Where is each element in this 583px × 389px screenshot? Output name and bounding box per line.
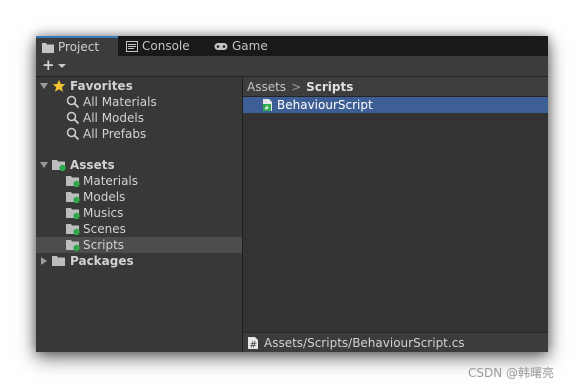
tree-item-all-prefabs[interactable]: All Prefabs [36, 126, 242, 142]
search-icon [66, 95, 80, 109]
status-bar: # Assets/Scripts/BehaviourScript.cs [243, 332, 548, 352]
tab-console[interactable]: Console [120, 36, 206, 56]
open-folder-icon [52, 160, 66, 172]
star-icon [52, 79, 66, 92]
tree-item-packages[interactable]: Packages [36, 253, 242, 269]
tree-item-models[interactable]: Models [36, 189, 242, 205]
tree-item-label: Materials [83, 174, 139, 188]
tree-item-materials[interactable]: Materials [36, 173, 242, 189]
tree-item-assets[interactable]: Assets [36, 157, 242, 173]
asset-item-label: BehaviourScript [277, 98, 373, 112]
tree-item-scripts[interactable]: Scripts [36, 237, 242, 253]
folder-icon [66, 208, 80, 220]
tree-item-favorites[interactable]: Favorites [36, 78, 242, 94]
tree-item-scenes[interactable]: Scenes [36, 221, 242, 237]
breadcrumb-scripts[interactable]: Scripts [306, 80, 353, 94]
project-toolbar: + [36, 56, 548, 77]
tab-project[interactable]: Project [36, 36, 118, 56]
tree-item-label: Musics [83, 206, 124, 220]
folder-icon [66, 176, 80, 188]
folder-icon [42, 42, 54, 53]
expand-arrow-icon[interactable] [40, 162, 48, 168]
folder-icon [52, 256, 65, 266]
console-icon [126, 40, 138, 52]
folder-icon [66, 224, 80, 236]
folder-tree-panel: Favorites All Materials All Models All P… [36, 77, 242, 352]
tree-item-musics[interactable]: Musics [36, 205, 242, 221]
svg-text:#: # [264, 105, 269, 112]
tab-game[interactable]: Game [208, 36, 288, 56]
tree-item-all-materials[interactable]: All Materials [36, 94, 242, 110]
tree-item-label: Favorites [70, 79, 133, 93]
asset-item-behaviourscript[interactable]: # BehaviourScript [243, 97, 548, 113]
search-icon [66, 111, 80, 125]
tree-item-label: Models [83, 190, 126, 204]
tab-console-label: Console [142, 39, 190, 53]
project-window: Project Console Game + Favorites All Mat… [36, 36, 548, 352]
gamepad-icon [214, 42, 228, 50]
chevron-down-icon [58, 64, 66, 68]
breadcrumb-separator-icon: > [291, 79, 302, 94]
tree-item-label: Packages [70, 254, 134, 268]
tree-item-label: All Materials [83, 95, 157, 109]
csharp-script-icon: # [263, 99, 272, 112]
watermark: CSDN @韩曙亮 [468, 366, 555, 380]
tab-bar: Project Console Game [36, 36, 548, 56]
tree-item-label: All Models [83, 111, 144, 125]
breadcrumb: Assets > Scripts [243, 77, 548, 97]
selected-asset-path: Assets/Scripts/BehaviourScript.cs [264, 336, 465, 350]
asset-content-panel: Assets > Scripts # BehaviourScript # Ass… [243, 77, 548, 352]
breadcrumb-assets[interactable]: Assets [247, 80, 286, 94]
folder-icon [66, 240, 80, 252]
plus-icon: + [42, 56, 55, 74]
svg-text:#: # [250, 341, 258, 351]
tab-game-label: Game [232, 39, 268, 53]
tree-item-label: Assets [70, 158, 115, 172]
tree-item-label: All Prefabs [83, 127, 147, 141]
tree-item-all-models[interactable]: All Models [36, 110, 242, 126]
tab-project-label: Project [58, 40, 100, 54]
csharp-file-icon: # [248, 337, 258, 351]
create-asset-button[interactable]: + [40, 56, 70, 74]
folder-icon [66, 192, 80, 204]
search-icon [66, 127, 80, 141]
tree-item-label: Scripts [83, 238, 125, 252]
expand-arrow-icon[interactable] [41, 257, 47, 265]
expand-arrow-icon[interactable] [40, 83, 48, 89]
tree-item-label: Scenes [83, 222, 126, 236]
